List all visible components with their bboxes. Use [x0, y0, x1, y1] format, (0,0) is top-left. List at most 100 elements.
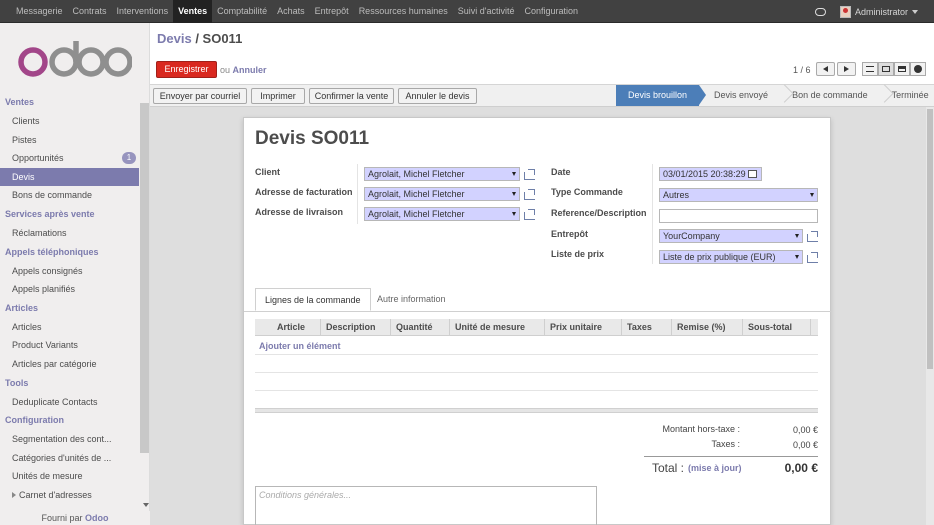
- dropdown-icon: [512, 212, 516, 216]
- powered-by: Fourni par Odoo: [0, 511, 150, 525]
- sidebar-item-segmentation[interactable]: Segmentation des cont...: [0, 430, 139, 449]
- scroll-down-icon[interactable]: [143, 503, 149, 507]
- billing-address-select[interactable]: Agrolait, Michel Fletcher: [364, 187, 520, 201]
- sidebar-section-ventes: Ventes: [5, 97, 35, 107]
- column-taxes[interactable]: Taxes: [627, 319, 652, 336]
- top-bar: Messagerie Contrats Interventions Ventes…: [0, 0, 934, 23]
- sidebar-item-product-variants[interactable]: Product Variants: [0, 336, 139, 355]
- add-item-link[interactable]: Ajouter un élément: [259, 341, 341, 351]
- column-unit-price[interactable]: Prix unitaire: [550, 319, 602, 336]
- sidebar-item-opportunites[interactable]: Opportunités 1: [0, 149, 139, 168]
- sidebar-item-devis[interactable]: Devis: [0, 167, 139, 187]
- sidebar-item-appels-planifies[interactable]: Appels planifiés: [0, 280, 139, 299]
- sidebar-item-clients[interactable]: Clients: [0, 112, 139, 131]
- breadcrumb-sep: /: [191, 31, 203, 46]
- top-menu: Messagerie Contrats Interventions Ventes…: [11, 0, 583, 23]
- user-menu[interactable]: Administrator: [855, 7, 908, 17]
- previous-button[interactable]: [816, 62, 835, 76]
- sidebar-item-pistes[interactable]: Pistes: [0, 131, 139, 150]
- sidebar-item-articles[interactable]: Articles: [0, 318, 139, 337]
- user-area: Administrator: [814, 0, 918, 23]
- warehouse-select[interactable]: YourCompany: [659, 229, 803, 243]
- graph-view-button[interactable]: [910, 62, 926, 76]
- sidebar-item-unites-de-mesure[interactable]: Unités de mesure: [0, 467, 139, 486]
- top-menu-messagerie[interactable]: Messagerie: [11, 0, 68, 23]
- next-button[interactable]: [837, 62, 856, 76]
- scroll-thumb[interactable]: [927, 109, 933, 369]
- discard-button[interactable]: Annuler: [233, 65, 267, 75]
- form-view-button[interactable]: [878, 62, 894, 76]
- top-menu-ventes[interactable]: Ventes: [173, 0, 213, 23]
- column-divider: [449, 319, 450, 336]
- tab-order-lines[interactable]: Lignes de la commande: [255, 288, 371, 311]
- discard-area: ou Annuler: [220, 65, 267, 75]
- external-link-icon[interactable]: [524, 209, 535, 220]
- sidebar-item-reclamations[interactable]: Réclamations: [0, 224, 139, 243]
- print-button[interactable]: Imprimer: [251, 88, 305, 104]
- avatar[interactable]: [839, 5, 851, 18]
- sidebar-item-categories-unites[interactable]: Catégories d'unités de ...: [0, 449, 139, 468]
- client-select[interactable]: Agrolait, Michel Fletcher: [364, 167, 520, 181]
- sidebar-item-deduplicate-contacts[interactable]: Deduplicate Contacts: [0, 393, 139, 412]
- order-type-select[interactable]: Autres: [659, 188, 818, 202]
- sidebar-section-tools: Tools: [5, 377, 29, 388]
- tab-other-info[interactable]: Autre information: [368, 288, 455, 311]
- terms-textarea[interactable]: Conditions générales...: [255, 486, 597, 525]
- date-input[interactable]: 03/01/2015 20:38:29: [659, 167, 762, 181]
- status-devis-brouillon[interactable]: Devis brouillon: [616, 85, 707, 106]
- sidebar-scrollbar[interactable]: [140, 103, 149, 453]
- column-article[interactable]: Article: [277, 319, 305, 336]
- status-terminee[interactable]: Terminée: [880, 85, 934, 106]
- status-bon-de-commande[interactable]: Bon de commande: [780, 85, 880, 106]
- shipping-address-select[interactable]: Agrolait, Michel Fletcher: [364, 207, 520, 221]
- column-quantity[interactable]: Quantité: [396, 319, 433, 336]
- sidebar-item-carnet-adresses[interactable]: Carnet d'adresses: [0, 486, 139, 505]
- sidebar-item-bons-de-commande[interactable]: Bons de commande: [0, 186, 139, 205]
- update-totals-button[interactable]: (mise à jour): [688, 463, 746, 473]
- top-menu-configuration[interactable]: Configuration: [519, 0, 583, 23]
- column-divider: [671, 319, 672, 336]
- pricelist-select[interactable]: Liste de prix publique (EUR): [659, 250, 803, 264]
- column-subtotal[interactable]: Sous-total: [748, 319, 792, 336]
- order-type-label: Type Commande: [551, 187, 623, 197]
- shipping-address-label: Adresse de livraison: [255, 207, 344, 217]
- content-scrollbar[interactable]: [926, 107, 934, 525]
- top-menu-contrats[interactable]: Contrats: [68, 0, 112, 23]
- calendar-view-button[interactable]: [894, 62, 910, 76]
- pager-value[interactable]: 1 / 6: [793, 65, 811, 75]
- column-description[interactable]: Description: [326, 319, 376, 336]
- external-link-icon[interactable]: [807, 231, 818, 242]
- top-menu-entrepot[interactable]: Entrepôt: [310, 0, 354, 23]
- external-link-icon[interactable]: [524, 169, 535, 180]
- top-menu-comptabilite[interactable]: Comptabilité: [212, 0, 272, 23]
- form-icon: [882, 66, 890, 72]
- odoo-logo[interactable]: [18, 35, 132, 79]
- chevron-down-icon[interactable]: [912, 9, 918, 14]
- top-menu-ressources-humaines[interactable]: Ressources humaines: [354, 0, 453, 23]
- column-uom[interactable]: Unité de mesure: [455, 319, 525, 336]
- list-view-button[interactable]: [862, 62, 878, 76]
- top-menu-interventions[interactable]: Interventions: [112, 0, 174, 23]
- column-discount[interactable]: Remise (%): [677, 319, 726, 336]
- order-lines-header: Article Description Quantité Unité de me…: [255, 319, 818, 336]
- powered-by-brand[interactable]: Odoo: [85, 513, 109, 523]
- confirm-sale-button[interactable]: Confirmer la vente: [309, 88, 394, 104]
- date-label: Date: [551, 167, 571, 177]
- chat-icon[interactable]: [814, 7, 826, 16]
- taxes-value: 0,00 €: [792, 440, 818, 450]
- top-menu-suivi-activite[interactable]: Suivi d'activité: [453, 0, 520, 23]
- sidebar-item-appels-consignes[interactable]: Appels consignés: [0, 262, 139, 281]
- column-divider: [742, 319, 743, 336]
- calendar-icon[interactable]: [748, 170, 757, 178]
- sidebar-item-articles-par-categorie[interactable]: Articles par catégorie: [0, 355, 139, 374]
- cancel-quote-button[interactable]: Annuler le devis: [398, 88, 477, 104]
- tab-divider: [244, 311, 831, 312]
- reference-input[interactable]: [659, 209, 818, 223]
- send-email-button[interactable]: Envoyer par courriel: [153, 88, 247, 104]
- status-devis-envoye[interactable]: Devis envoyé: [699, 85, 780, 106]
- external-link-icon[interactable]: [807, 252, 818, 263]
- top-menu-achats[interactable]: Achats: [272, 0, 310, 23]
- external-link-icon[interactable]: [524, 189, 535, 200]
- breadcrumb-devis[interactable]: Devis: [157, 31, 192, 46]
- save-button[interactable]: Enregistrer: [156, 61, 217, 78]
